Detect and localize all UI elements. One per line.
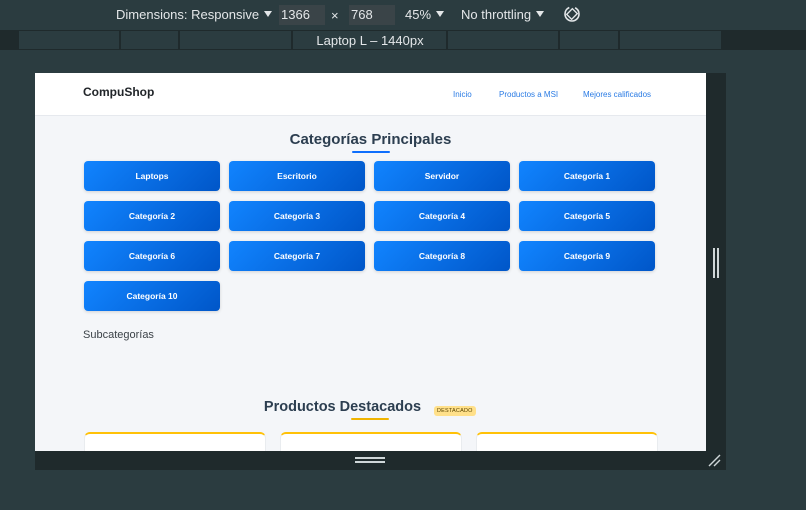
dimensions-label: Dimensions: Responsive [116, 7, 260, 22]
category-button[interactable]: Categoría 4 [374, 201, 510, 231]
featured-badge: DESTACADO [434, 406, 476, 416]
category-button[interactable]: Categoría 7 [229, 241, 365, 271]
rotate-icon[interactable] [562, 4, 582, 24]
dimensions-dropdown[interactable]: Dimensions: Responsive [116, 7, 273, 22]
throttling-dropdown[interactable]: No throttling [461, 7, 545, 22]
height-input[interactable]: 768 [349, 5, 395, 25]
throttling-label: No throttling [461, 7, 532, 22]
subcategories-title: Subcategorías [83, 329, 154, 341]
navbar: CompuShop Inicio Productos a MSI Mejores… [35, 73, 706, 116]
width-input[interactable]: 1366 [279, 5, 325, 25]
category-button[interactable]: Categoría 2 [84, 201, 220, 231]
category-button[interactable]: Servidor [374, 161, 510, 191]
title-underline [352, 151, 390, 153]
zoom-label: 45% [405, 7, 432, 22]
chevron-down-icon [536, 11, 545, 17]
resize-handle-right[interactable] [713, 248, 719, 278]
product-card[interactable] [84, 432, 266, 451]
device-toolbar: Dimensions: Responsive 1366 × 768 45% No… [0, 0, 806, 30]
brand-logo[interactable]: CompuShop [83, 85, 154, 99]
nav-link-inicio[interactable]: Inicio [453, 90, 472, 99]
resize-handle-bottom[interactable] [355, 457, 385, 463]
times-sign: × [331, 8, 339, 23]
featured-title: Productos Destacados [263, 399, 422, 415]
category-button[interactable]: Categoría 9 [519, 241, 655, 271]
nav-link-mejores-calificados[interactable]: Mejores calificados [583, 90, 651, 99]
product-card[interactable] [280, 432, 462, 451]
viewport-frame: CompuShop Inicio Productos a MSI Mejores… [35, 73, 726, 470]
categories-title: Categorías Principales [289, 131, 452, 148]
category-button[interactable]: Categoría 8 [374, 241, 510, 271]
zoom-dropdown[interactable]: 45% [405, 7, 445, 22]
category-button[interactable]: Laptops [84, 161, 220, 191]
nav-link-productos-msi[interactable]: Productos a MSI [499, 90, 558, 99]
category-button[interactable]: Escritorio [229, 161, 365, 191]
page-viewport: CompuShop Inicio Productos a MSI Mejores… [35, 73, 706, 451]
device-label: Laptop L – 1440px [316, 33, 424, 48]
category-button[interactable]: Categoría 3 [229, 201, 365, 231]
product-card[interactable] [476, 432, 658, 451]
resize-corner-icon[interactable] [707, 453, 721, 467]
category-button[interactable]: Categoría 6 [84, 241, 220, 271]
media-query-ruler: Laptop L – 1440px [0, 30, 806, 50]
category-button[interactable]: Categoría 1 [519, 161, 655, 191]
category-button[interactable]: Categoría 10 [84, 281, 220, 311]
chevron-down-icon [264, 11, 273, 17]
title-underline [351, 418, 389, 420]
chevron-down-icon [436, 11, 445, 17]
category-button[interactable]: Categoría 5 [519, 201, 655, 231]
